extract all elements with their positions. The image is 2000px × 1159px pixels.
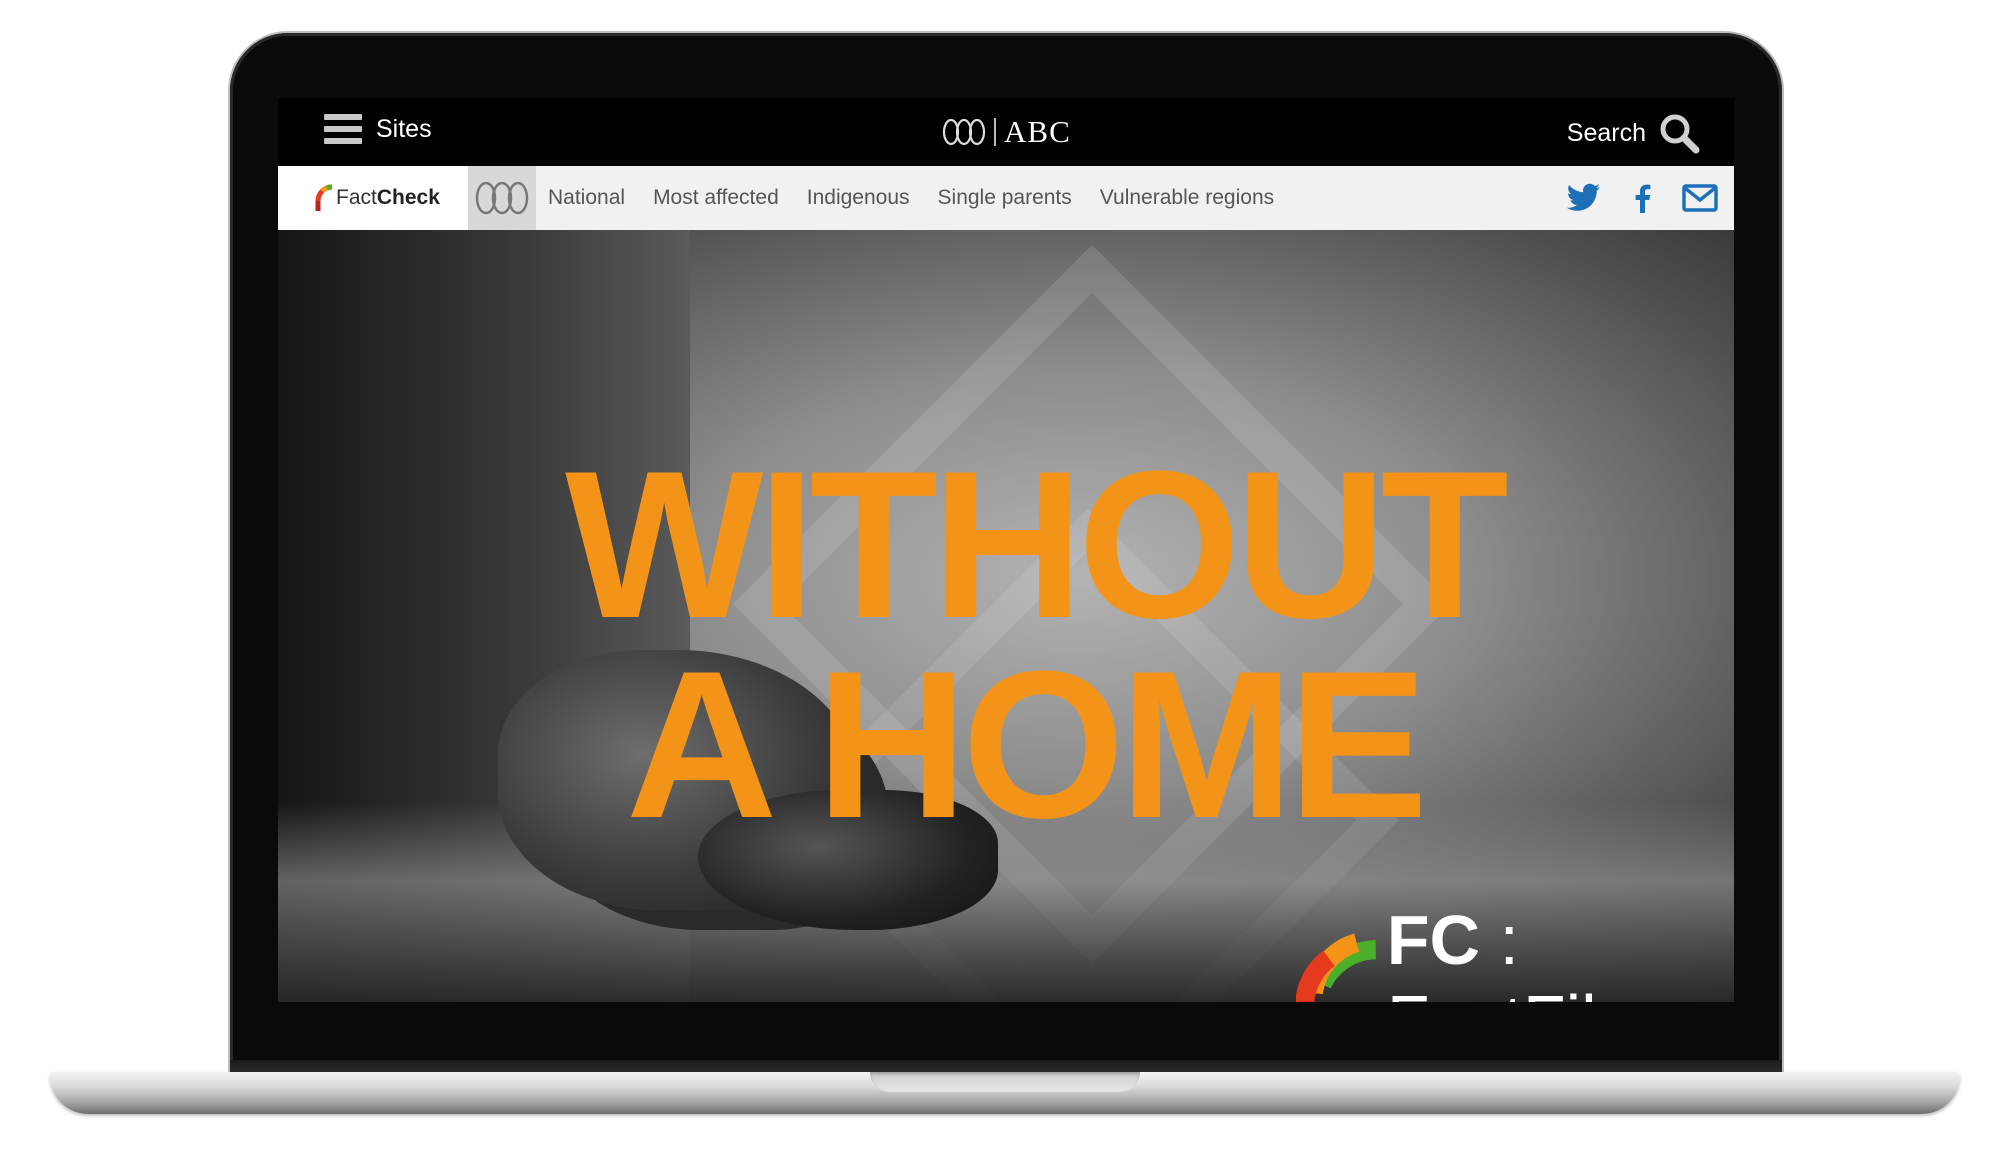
abc-logo-divider	[994, 118, 996, 146]
factfile-badge-text: FC : FactFile	[1386, 901, 1636, 1002]
hero-banner: WITHOUT A HOME FC : FactFile	[278, 230, 1734, 1002]
factcheck-nav-bar: FactCheck National Most affected Indigen…	[278, 166, 1734, 230]
sites-label: Sites	[376, 114, 432, 143]
share-buttons	[1566, 180, 1718, 216]
abc-mini-logo[interactable]	[468, 166, 536, 230]
search-icon	[1660, 114, 1700, 154]
facebook-icon	[1635, 184, 1651, 213]
factcheck-nav-items: National Most affected Indigenous Single…	[548, 186, 1302, 210]
abc-logo[interactable]: ABC	[942, 114, 1071, 150]
email-share-button[interactable]	[1682, 180, 1718, 216]
sites-menu-button[interactable]: Sites	[324, 114, 432, 144]
factfile-badge: FC : FactFile	[1296, 900, 1734, 1002]
email-icon	[1682, 184, 1718, 212]
abc-lissajous-icon	[942, 118, 986, 146]
twitter-icon	[1567, 183, 1600, 211]
nav-item-national[interactable]: National	[548, 186, 625, 210]
twitter-share-button[interactable]	[1566, 180, 1602, 216]
factcheck-meter-icon	[1296, 933, 1377, 1002]
abc-top-bar: Sites ABC Search	[278, 98, 1734, 166]
laptop-notch	[870, 1072, 1140, 1092]
hero-title-line2: A HOME	[625, 627, 1428, 862]
factcheck-meter-icon	[315, 184, 333, 211]
hero-title-line1: WITHOUT	[565, 427, 1509, 662]
nav-item-vulnerable-regions[interactable]: Vulnerable regions	[1100, 186, 1274, 210]
hamburger-icon	[324, 114, 362, 144]
factcheck-logo[interactable]: FactCheck	[278, 166, 468, 230]
factcheck-logo-text: FactCheck	[336, 186, 440, 209]
search-button[interactable]: Search	[1567, 112, 1700, 154]
laptop-screen: Sites ABC Search FactCheck National Most…	[278, 98, 1734, 1002]
nav-item-most-affected[interactable]: Most affected	[653, 186, 779, 210]
nav-item-single-parents[interactable]: Single parents	[938, 186, 1072, 210]
abc-lissajous-icon	[475, 181, 529, 215]
search-label: Search	[1566, 118, 1646, 147]
facebook-share-button[interactable]	[1624, 180, 1660, 216]
nav-item-indigenous[interactable]: Indigenous	[807, 186, 910, 210]
abc-logo-text: ABC	[1004, 114, 1071, 149]
